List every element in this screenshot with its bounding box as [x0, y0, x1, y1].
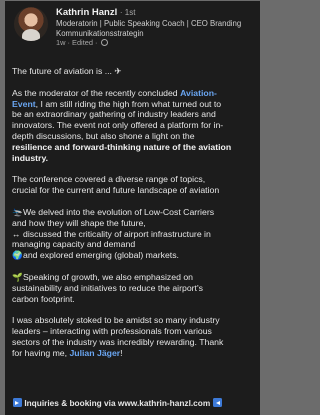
- connection-degree: · 1st: [119, 8, 136, 17]
- globe-icon: [100, 39, 108, 46]
- post-meta: 1w · Edited ·: [56, 38, 256, 48]
- post-card: Kathrin Hanzl · 1st Moderatorin | Public…: [5, 1, 260, 415]
- post-line: As the moderator of the recently conclud…: [12, 88, 257, 99]
- post-line: leaders – interacting with professionals…: [12, 326, 212, 337]
- post-text: and explored emerging (global) markets.: [23, 250, 179, 261]
- post-line: Event, I am still riding the high from w…: [12, 99, 257, 110]
- post-line: resilience and forward-thinking nature o…: [12, 141, 232, 152]
- post-line: ↔ discussed the criticality of airport in…: [12, 229, 257, 240]
- post-line: sustainability and initiatives to reduce…: [12, 282, 203, 293]
- post-line: crucial for the current and future lands…: [12, 185, 220, 196]
- post-line: sectors of the industry was incredibly r…: [12, 336, 224, 347]
- post-text: discussed the criticality of airport inf…: [23, 228, 211, 239]
- author-name-row: Kathrin Hanzl · 1st: [56, 7, 256, 18]
- arrows-icon: ↔: [12, 228, 21, 239]
- plane-icon: 🛬: [12, 206, 23, 217]
- post-text: !: [120, 347, 123, 358]
- post-line: carbon footprint.: [12, 293, 75, 304]
- post-line: industry.: [12, 152, 49, 163]
- post-line: managing capacity and demand: [12, 239, 136, 250]
- post-header: Kathrin Hanzl · 1st Moderatorin | Public…: [14, 7, 256, 57]
- post-text: for having me,: [12, 347, 70, 358]
- post-text: , I am still riding the high from what t…: [35, 98, 222, 109]
- post-line: and how they will shape the future,: [12, 217, 146, 228]
- post-line: 🌍and explored emerging (global) markets.: [12, 250, 257, 261]
- aviation-event-link-cont[interactable]: Event: [12, 99, 36, 109]
- julian-jaeger-link[interactable]: Julian Jäger: [69, 348, 120, 358]
- post-text: We delved into the evolution of Low-Cost…: [23, 206, 215, 217]
- author-info: Kathrin Hanzl · 1st Moderatorin | Public…: [56, 7, 256, 48]
- post-line: depth discussions, but also shone a ligh…: [12, 130, 195, 141]
- post-line: 🌱Speaking of growth, we also emphasized …: [12, 272, 257, 283]
- arrow-left-icon: [212, 398, 222, 407]
- post-line: The future of aviation is ... ✈: [12, 66, 122, 76]
- author-headline: Moderatorin | Public Speaking Coach | CE…: [56, 19, 242, 38]
- post-line: I was absolutely stoked to be amidst so …: [12, 315, 220, 326]
- aviation-event-link[interactable]: Aviation-: [180, 88, 217, 98]
- footer-text[interactable]: Inquiries & booking via www.kathrin-hanz…: [24, 398, 210, 408]
- seedling-icon: 🌱: [12, 271, 23, 282]
- post-line: for having me, Julian Jäger!: [12, 348, 257, 359]
- post-body: The future of aviation is ... ✈ As the m…: [12, 66, 257, 359]
- post-timestamp: 1w · Edited ·: [56, 38, 98, 47]
- post-line: 🛬We delved into the evolution of Low-Cos…: [12, 207, 257, 218]
- globe-emoji-icon: 🌍: [12, 250, 23, 261]
- post-line: The conference covered a diverse range o…: [12, 174, 206, 185]
- post-line: be an extraordinary gathering of industr…: [12, 109, 216, 120]
- post-text: Speaking of growth, we also emphasized o…: [23, 271, 193, 282]
- post-text: As the moderator of the recently conclud…: [12, 87, 181, 98]
- post-line: innovators. The event not only offered a…: [12, 120, 224, 131]
- post-footer: Inquiries & booking via www.kathrin-hanz…: [5, 395, 260, 411]
- avatar[interactable]: [14, 7, 48, 41]
- arrow-right-icon: [13, 398, 22, 407]
- author-name[interactable]: Kathrin Hanzl: [56, 7, 117, 18]
